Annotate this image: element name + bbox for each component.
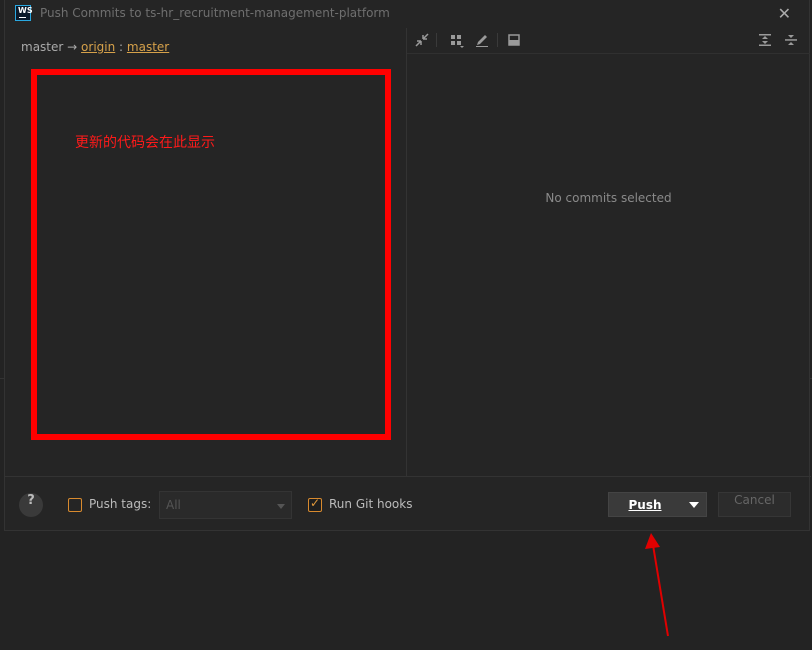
push-commits-dialog: WS Push Commits to ts-hr_recruitment-man… [4,0,811,531]
run-git-hooks-label: Run Git hooks [329,497,413,511]
toolbar-separator [436,33,437,47]
dialog-footer: ? Push tags: All Run Git hooks Push Canc… [5,476,811,531]
red-arrow-icon [645,533,669,637]
commits-pane: master → origin : master 更新的代码会在此显示 [5,28,406,476]
annotation-highlight-box [31,69,391,440]
local-branch-label: master [21,40,64,54]
expand-all-icon[interactable] [757,32,773,48]
dropdown-arrow-icon [277,504,285,509]
remote-link[interactable]: origin [81,40,115,54]
details-pane: No commits selected [407,28,810,476]
push-tags-label: Push tags: [89,497,152,511]
group-by-icon[interactable] [449,32,465,48]
webstorm-app-icon: WS [15,5,33,21]
title-bar: WS Push Commits to ts-hr_recruitment-man… [5,0,811,28]
help-button[interactable]: ? [19,493,43,517]
toolbar-separator [497,33,498,47]
run-git-hooks-checkbox[interactable] [308,496,322,512]
close-button[interactable]: ✕ [778,4,791,23]
arrow-icon: → [67,40,78,54]
target-branch-link[interactable]: master [127,40,169,54]
push-options-dropdown-icon[interactable] [689,502,699,508]
tags-select[interactable]: All [159,491,292,519]
branch-separator: : [119,40,124,54]
preview-icon[interactable] [506,32,522,48]
dialog-title: Push Commits to ts-hr_recruitment-manage… [40,6,390,20]
tags-select-value: All [166,498,181,512]
cancel-button[interactable]: Cancel [718,492,791,517]
edit-icon[interactable] [474,32,490,48]
empty-state-text: No commits selected [545,191,672,205]
push-button-label: Push [628,498,662,512]
collapse-all-icon[interactable] [783,32,799,48]
push-button[interactable]: Push [608,492,707,517]
details-toolbar [407,28,810,54]
annotation-note: 更新的代码会在此显示 [75,135,215,151]
branch-mapping: master → origin : master [21,40,169,54]
push-tags-checkbox[interactable] [68,498,82,512]
collapse-icon[interactable] [414,32,430,48]
